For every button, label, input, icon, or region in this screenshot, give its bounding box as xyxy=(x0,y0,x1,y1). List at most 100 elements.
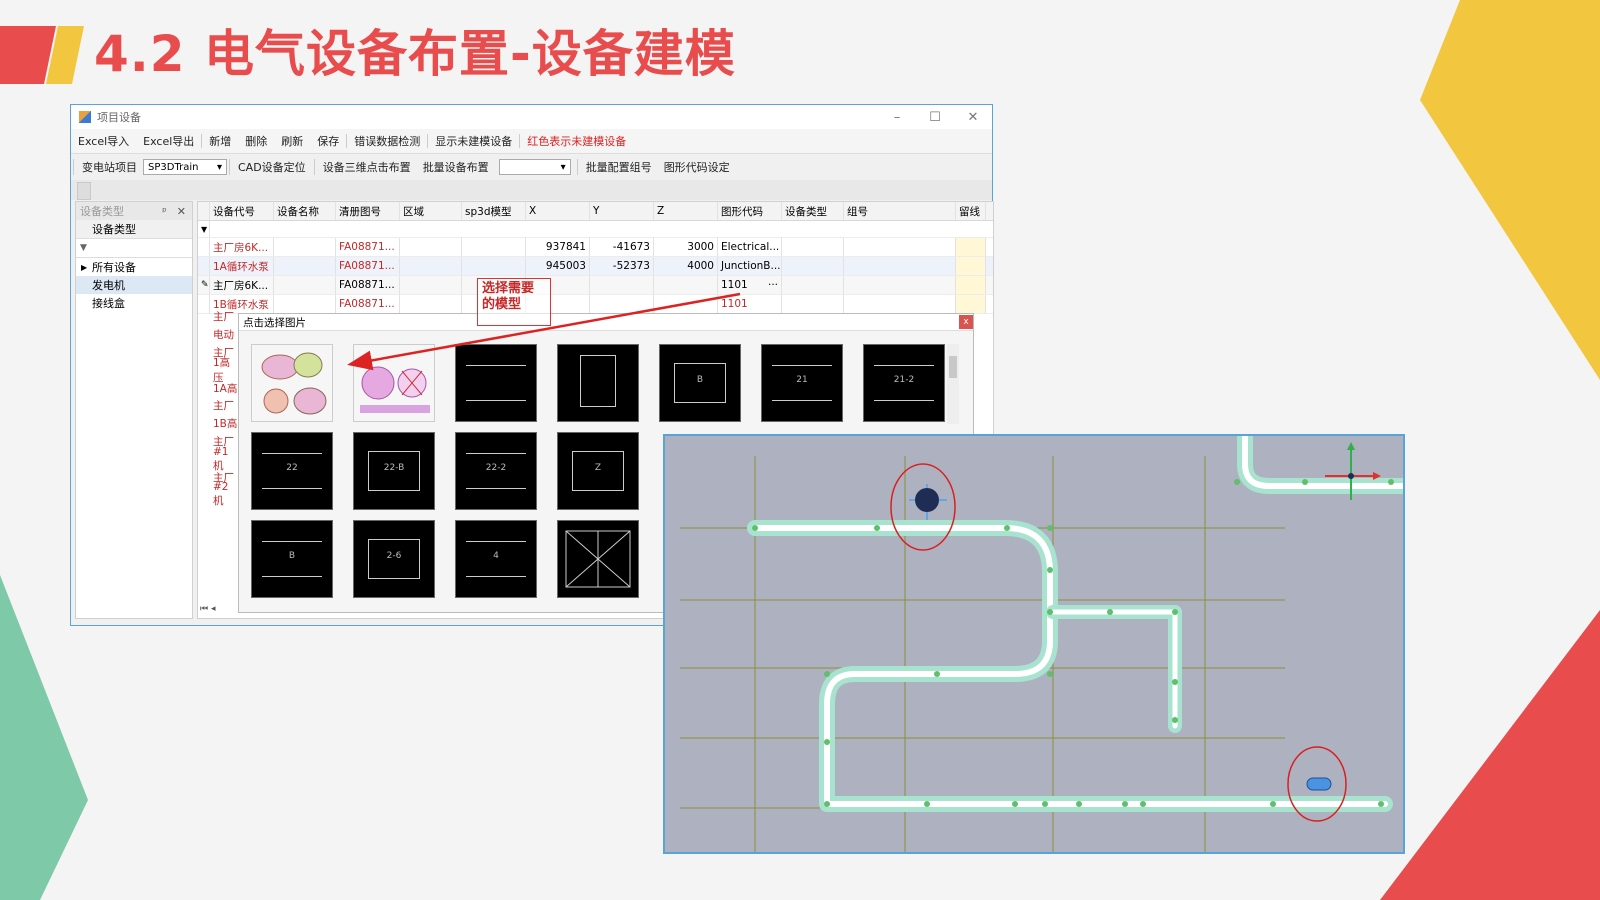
table-cell[interactable] xyxy=(782,238,844,256)
model-thumbnail[interactable]: 22-2 xyxy=(455,432,537,510)
close-button[interactable]: x xyxy=(959,315,973,329)
menu-error-check[interactable]: 错误数据检测 xyxy=(347,133,427,149)
table-cell[interactable]: FA08871... xyxy=(336,238,400,256)
table-cell[interactable] xyxy=(590,295,654,313)
tree-item-generator[interactable]: 发电机 xyxy=(76,276,192,294)
table-cell[interactable] xyxy=(654,295,718,313)
model-thumbnail[interactable] xyxy=(251,344,333,422)
table-cell[interactable]: Electrical... xyxy=(718,238,782,256)
table-cell[interactable] xyxy=(782,295,844,313)
model-thumbnail[interactable]: 22-B xyxy=(353,432,435,510)
table-cell[interactable]: 主厂房6K... xyxy=(210,276,274,294)
table-cell[interactable] xyxy=(844,238,956,256)
col-header[interactable]: Y xyxy=(590,202,654,220)
table-cell[interactable] xyxy=(956,276,986,294)
batch-combo[interactable]: ▾ xyxy=(498,159,571,175)
model-thumbnail[interactable]: 21-2 xyxy=(863,344,945,422)
table-cell[interactable]: JunctionB... xyxy=(718,257,782,275)
close-icon[interactable]: ✕ xyxy=(171,205,192,218)
table-cell[interactable] xyxy=(956,238,986,256)
table-row[interactable]: 主厂房6K... FA08871... 937841 -41673 3000 Electr… xyxy=(198,238,993,257)
model-thumbnail[interactable]: 21 xyxy=(761,344,843,422)
table-row-partial[interactable]: #1机 xyxy=(198,446,238,472)
table-cell[interactable]: FA08871... xyxy=(336,295,400,313)
table-cell[interactable] xyxy=(274,238,336,256)
table-row[interactable]: 1B循环水泵 FA08871... 1101 xyxy=(198,295,993,314)
table-cell[interactable] xyxy=(400,295,462,313)
table-cell[interactable] xyxy=(400,276,462,294)
table-cell[interactable] xyxy=(274,295,336,313)
filter-row[interactable]: ▼ xyxy=(76,239,192,258)
grid-filter-row[interactable]: ▼ xyxy=(198,221,993,238)
table-cell[interactable] xyxy=(844,257,956,275)
table-cell[interactable] xyxy=(956,295,986,313)
table-cell[interactable] xyxy=(462,238,526,256)
table-cell[interactable]: 3000 xyxy=(654,238,718,256)
model-thumbnail[interactable]: 2-6 xyxy=(353,520,435,598)
col-header[interactable]: 清册图号 xyxy=(336,202,400,220)
column-header[interactable]: 设备类型 xyxy=(76,220,192,239)
table-cell[interactable]: FA08871... xyxy=(336,276,400,294)
pin-icon[interactable]: ᵖ xyxy=(158,205,171,218)
model-thumbnail[interactable] xyxy=(557,344,639,422)
table-row-partial[interactable]: 1A高 xyxy=(198,379,238,397)
table-cell[interactable]: 主厂房6K... xyxy=(210,238,274,256)
model-thumbnail[interactable]: B xyxy=(659,344,741,422)
table-row-partial[interactable]: 主厂 xyxy=(198,397,238,415)
model-thumbnail[interactable]: 4 xyxy=(455,520,537,598)
table-cell[interactable] xyxy=(198,257,210,275)
table-row-partial[interactable]: 电动 xyxy=(198,326,238,344)
table-cell[interactable] xyxy=(782,276,844,294)
scrollbar[interactable] xyxy=(947,344,959,424)
table-row[interactable]: 1A循环水泵 FA08871... 945003 -52373 4000 Junction… xyxy=(198,257,993,276)
table-cell[interactable] xyxy=(844,276,956,294)
table-cell[interactable] xyxy=(400,238,462,256)
table-cell[interactable]: 1101 xyxy=(718,295,782,313)
menu-excel-export[interactable]: Excel导出 xyxy=(136,133,201,149)
table-cell[interactable]: 937841 xyxy=(526,238,590,256)
table-cell[interactable]: 1A循环水泵 xyxy=(210,257,274,275)
model-thumbnail[interactable]: B xyxy=(251,520,333,598)
table-row-partial[interactable]: #2机 xyxy=(198,481,238,507)
table-cell[interactable] xyxy=(590,276,654,294)
col-header[interactable]: 图形代码 xyxy=(718,202,782,220)
model-thumbnail[interactable] xyxy=(455,344,537,422)
col-header[interactable]: 组号 xyxy=(844,202,956,220)
table-cell[interactable] xyxy=(274,276,336,294)
col-header[interactable]: 设备代号 xyxy=(210,202,274,220)
col-header[interactable]: 留线 xyxy=(956,202,986,220)
menu-add[interactable]: 新增 xyxy=(202,133,238,149)
col-header[interactable]: 设备名称 xyxy=(274,202,336,220)
3d-model-view[interactable] xyxy=(663,434,1405,854)
tree-item-junction-box[interactable]: 接线盒 xyxy=(76,294,192,312)
table-cell[interactable]: -52373 xyxy=(590,257,654,275)
ellipsis-button[interactable]: ··· xyxy=(768,279,778,291)
table-cell[interactable]: FA08871... xyxy=(336,257,400,275)
table-row-partial[interactable]: 主厂 xyxy=(198,308,238,326)
table-row-partial[interactable]: 1高压 xyxy=(198,357,238,384)
batch-place-button[interactable]: 批量设备布置 xyxy=(417,159,495,175)
table-cell[interactable]: -41673 xyxy=(590,238,654,256)
table-cell[interactable] xyxy=(654,276,718,294)
menu-save[interactable]: 保存 xyxy=(310,133,346,149)
close-button[interactable]: ✕ xyxy=(954,110,992,125)
menu-excel-import[interactable]: Excel导入 xyxy=(71,133,136,149)
table-cell[interactable]: 945003 xyxy=(526,257,590,275)
menu-delete[interactable]: 删除 xyxy=(238,133,274,149)
col-header[interactable]: sp3d模型 xyxy=(462,202,526,220)
col-header[interactable]: 区域 xyxy=(400,202,462,220)
maximize-button[interactable]: ☐ xyxy=(916,110,954,125)
table-cell[interactable] xyxy=(274,257,336,275)
substation-project-label[interactable]: 变电站项目 xyxy=(76,159,143,175)
table-cell[interactable] xyxy=(462,257,526,275)
table-cell[interactable]: 4000 xyxy=(654,257,718,275)
table-cell[interactable] xyxy=(844,295,956,313)
model-thumbnail[interactable]: Z xyxy=(557,432,639,510)
table-cell[interactable] xyxy=(400,257,462,275)
dock-tab[interactable] xyxy=(77,182,91,200)
model-thumbnail[interactable]: 22 xyxy=(251,432,333,510)
table-row-partial[interactable]: 1B高 xyxy=(198,415,238,433)
table-cell[interactable] xyxy=(782,257,844,275)
expand-arrow-icon[interactable]: ▶ xyxy=(81,263,87,272)
train-select[interactable]: SP3DTrain ▾ xyxy=(143,159,227,175)
